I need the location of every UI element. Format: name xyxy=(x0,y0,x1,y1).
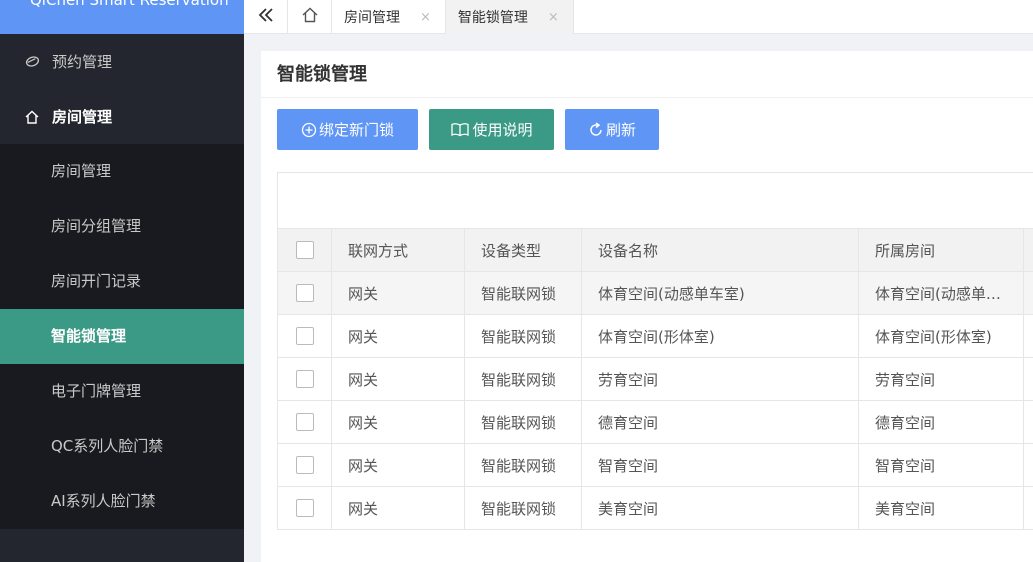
col-device-name[interactable]: 设备名称 xyxy=(581,228,859,272)
cell-device-name: 德育空间 xyxy=(581,400,859,444)
collapse-sidebar-button[interactable] xyxy=(244,0,288,34)
sub-item-room[interactable]: 房间管理 xyxy=(0,144,244,199)
col-extra xyxy=(1023,228,1033,272)
cell-room: 劳育空间 xyxy=(858,357,1024,401)
cell-extra xyxy=(1023,443,1033,487)
app-logo: QiChen Smart Reservation xyxy=(0,0,244,34)
lock-table: 联网方式 设备类型 设备名称 所属房间 网关 智能联网锁 体育空间(动感单车室)… xyxy=(277,228,1033,530)
row-checkbox[interactable] xyxy=(295,413,314,432)
cell-device-type: 智能联网锁 xyxy=(464,400,582,444)
double-chevron-left-icon xyxy=(258,8,274,26)
tab-smart-lock[interactable]: 智能锁管理 × xyxy=(445,0,574,34)
refresh-icon xyxy=(588,121,604,138)
sub-item-door-plate[interactable]: 电子门牌管理 xyxy=(0,364,244,419)
cell-extra xyxy=(1023,400,1033,444)
cell-extra xyxy=(1023,271,1033,315)
table-row[interactable]: 网关 智能联网锁 劳育空间 劳育空间 xyxy=(277,357,1033,401)
cell-network: 网关 xyxy=(331,314,465,358)
menu-item-reservation[interactable]: 预约管理 xyxy=(0,34,244,89)
cell-device-type: 智能联网锁 xyxy=(464,443,582,487)
cell-device-name: 体育空间(动感单车室) xyxy=(581,271,859,315)
sidebar: QiChen Smart Reservation 预约管理 房间管理 房间管理 … xyxy=(0,0,244,562)
menu-item-room-label: 房间管理 xyxy=(52,108,113,126)
tab-room-manage[interactable]: 房间管理 × xyxy=(332,0,446,34)
home-icon xyxy=(24,109,40,125)
row-select-cell xyxy=(277,443,332,487)
plus-circle-icon xyxy=(301,122,317,138)
help-button[interactable]: 使用说明 xyxy=(429,109,554,150)
row-checkbox[interactable] xyxy=(295,327,314,346)
cell-device-name: 体育空间(形体室) xyxy=(581,314,859,358)
table-row[interactable]: 网关 智能联网锁 体育空间(形体室) 体育空间(形体室) xyxy=(277,314,1033,358)
tab-bar: 房间管理 × 智能锁管理 × xyxy=(244,0,1033,34)
sub-item-smart-lock[interactable]: 智能锁管理 xyxy=(0,309,244,364)
home-icon xyxy=(301,6,319,28)
page-title: 智能锁管理 xyxy=(261,51,1033,98)
sub-item-ai-face[interactable]: AI系列人脸门禁 xyxy=(0,474,244,529)
col-device-type[interactable]: 设备类型 xyxy=(464,228,582,272)
cell-room: 智育空间 xyxy=(858,443,1024,487)
cell-device-name: 劳育空间 xyxy=(581,357,859,401)
row-select-cell xyxy=(277,357,332,401)
app-logo-text: QiChen Smart Reservation xyxy=(30,0,229,9)
sub-item-door-log[interactable]: 房间开门记录 xyxy=(0,254,244,309)
cell-network: 网关 xyxy=(331,486,465,530)
table-row[interactable]: 网关 智能联网锁 智育空间 智育空间 xyxy=(277,443,1033,487)
menu-item-reservation-label: 预约管理 xyxy=(52,53,113,71)
table-row[interactable]: 网关 智能联网锁 体育空间(动感单车室) 体育空间(动感单车室) xyxy=(277,271,1033,315)
book-icon xyxy=(450,122,470,138)
cell-device-type: 智能联网锁 xyxy=(464,486,582,530)
tab-label: 智能锁管理 xyxy=(457,10,528,26)
sub-item-room-group[interactable]: 房间分组管理 xyxy=(0,199,244,254)
table-row[interactable]: 网关 智能联网锁 德育空间 德育空间 xyxy=(277,400,1033,444)
table-row[interactable]: 网关 智能联网锁 美育空间 美育空间 xyxy=(277,486,1033,530)
close-icon[interactable]: × xyxy=(420,10,431,25)
refresh-label: 刷新 xyxy=(605,121,636,139)
row-select-cell xyxy=(277,271,332,315)
cell-extra xyxy=(1023,357,1033,401)
cell-network: 网关 xyxy=(331,443,465,487)
row-select-cell xyxy=(277,400,332,444)
bind-lock-button[interactable]: 绑定新门锁 xyxy=(277,109,418,150)
cell-room: 体育空间(动感单车室) xyxy=(858,271,1024,315)
sub-item-qc-face[interactable]: QC系列人脸门禁 xyxy=(0,419,244,474)
submenu-room: 房间管理 房间分组管理 房间开门记录 智能锁管理 电子门牌管理 QC系列人脸门禁… xyxy=(0,144,244,529)
cell-extra xyxy=(1023,314,1033,358)
cell-device-name: 智育空间 xyxy=(581,443,859,487)
col-room[interactable]: 所属房间 xyxy=(858,228,1024,272)
tab-label: 房间管理 xyxy=(344,10,400,26)
select-all-cell xyxy=(277,228,332,272)
table-header-row: 联网方式 设备类型 设备名称 所属房间 xyxy=(277,228,1033,272)
row-checkbox[interactable] xyxy=(295,370,314,389)
cell-room: 体育空间(形体室) xyxy=(858,314,1024,358)
reservation-icon xyxy=(24,54,40,70)
select-all-checkbox[interactable] xyxy=(295,241,314,260)
refresh-button[interactable]: 刷新 xyxy=(565,109,659,150)
row-checkbox[interactable] xyxy=(295,456,314,475)
menu-item-room[interactable]: 房间管理 xyxy=(0,89,244,144)
cell-network: 网关 xyxy=(331,271,465,315)
cell-room: 德育空间 xyxy=(858,400,1024,444)
row-checkbox[interactable] xyxy=(295,284,314,303)
cell-network: 网关 xyxy=(331,357,465,401)
cell-room: 美育空间 xyxy=(858,486,1024,530)
col-network[interactable]: 联网方式 xyxy=(331,228,465,272)
main-card: 智能锁管理 绑定新门锁 使用说明 刷新 联网方式 设备类型 设备名称 所属房间 … xyxy=(261,51,1033,562)
row-checkbox[interactable] xyxy=(295,499,314,518)
help-label: 使用说明 xyxy=(472,121,533,139)
cell-device-type: 智能联网锁 xyxy=(464,357,582,401)
cell-device-type: 智能联网锁 xyxy=(464,271,582,315)
home-tab-button[interactable] xyxy=(288,0,332,34)
row-select-cell xyxy=(277,486,332,530)
table-toolbar xyxy=(277,172,1033,228)
row-select-cell xyxy=(277,314,332,358)
cell-device-name: 美育空间 xyxy=(581,486,859,530)
bind-lock-label: 绑定新门锁 xyxy=(318,121,394,139)
close-icon[interactable]: × xyxy=(548,10,559,25)
cell-extra xyxy=(1023,486,1033,530)
cell-device-type: 智能联网锁 xyxy=(464,314,582,358)
cell-network: 网关 xyxy=(331,400,465,444)
